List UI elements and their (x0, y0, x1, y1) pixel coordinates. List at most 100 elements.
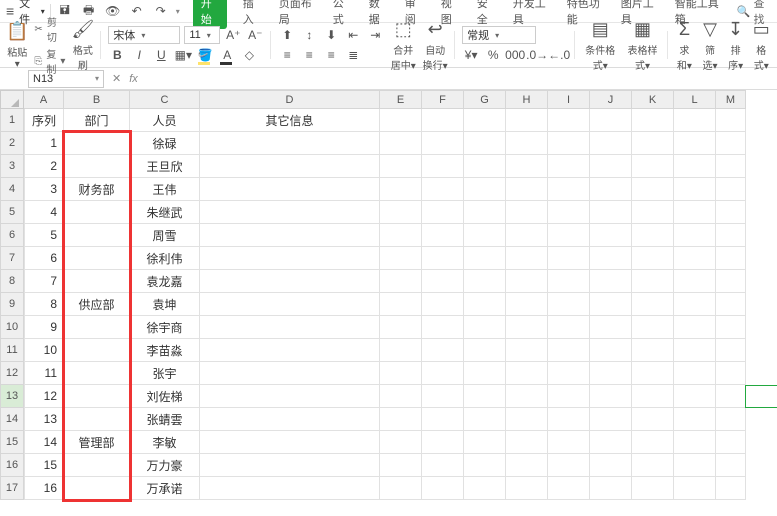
cell[interactable] (200, 155, 380, 178)
filter-icon[interactable]: ▽ (703, 19, 717, 40)
col-header-B[interactable]: B (64, 90, 130, 109)
cell[interactable]: 15 (24, 454, 64, 477)
cell[interactable] (422, 109, 464, 132)
cell[interactable] (64, 224, 130, 247)
cell[interactable] (548, 408, 590, 431)
cell[interactable]: 16 (24, 477, 64, 500)
increase-decimal-icon[interactable]: .0→ (528, 46, 546, 64)
cell[interactable] (200, 201, 380, 224)
format-icon[interactable]: ▭ (753, 19, 770, 40)
cell[interactable] (200, 132, 380, 155)
cell[interactable]: 万力豪 (130, 454, 200, 477)
cell[interactable] (674, 408, 716, 431)
cell[interactable]: 13 (24, 408, 64, 431)
cell[interactable] (380, 431, 422, 454)
cell[interactable] (464, 132, 506, 155)
cell[interactable]: 张蜻雲 (130, 408, 200, 431)
cell[interactable] (422, 247, 464, 270)
cell[interactable] (674, 316, 716, 339)
row-header[interactable]: 13 (0, 385, 24, 408)
cell[interactable] (716, 178, 746, 201)
row-header[interactable]: 15 (0, 431, 24, 454)
align-middle-icon[interactable]: ↕ (300, 26, 318, 44)
cell[interactable] (716, 362, 746, 385)
cell[interactable] (506, 155, 548, 178)
col-header-I[interactable]: I (548, 90, 590, 109)
cell[interactable] (380, 477, 422, 500)
cell[interactable]: 2 (24, 155, 64, 178)
cell[interactable] (632, 454, 674, 477)
cell[interactable] (506, 109, 548, 132)
cell[interactable]: 管理部 (64, 431, 130, 454)
cell[interactable] (506, 362, 548, 385)
cell[interactable] (590, 316, 632, 339)
currency-icon[interactable]: ¥▾ (462, 46, 480, 64)
font-name-combo[interactable]: 宋体▾ (108, 26, 180, 44)
cell[interactable] (716, 247, 746, 270)
row-header[interactable]: 1 (0, 109, 24, 132)
row-header[interactable]: 4 (0, 178, 24, 201)
cell[interactable] (64, 362, 130, 385)
decrease-decimal-icon[interactable]: ←.0 (550, 46, 568, 64)
cell[interactable] (506, 132, 548, 155)
cell[interactable] (422, 201, 464, 224)
cell[interactable] (548, 109, 590, 132)
row-header[interactable]: 6 (0, 224, 24, 247)
cell[interactable]: 14 (24, 431, 64, 454)
cell[interactable] (200, 316, 380, 339)
comma-icon[interactable]: 000 (506, 46, 524, 64)
cell[interactable] (200, 224, 380, 247)
cell[interactable]: 序列 (24, 109, 64, 132)
cell[interactable]: 9 (24, 316, 64, 339)
cell[interactable] (464, 178, 506, 201)
cell[interactable]: 10 (24, 339, 64, 362)
cell[interactable] (590, 293, 632, 316)
cell[interactable] (422, 316, 464, 339)
cell[interactable] (200, 477, 380, 500)
cell[interactable] (464, 362, 506, 385)
align-center-icon[interactable]: ≡ (300, 46, 318, 64)
cell[interactable] (674, 109, 716, 132)
cell[interactable] (548, 362, 590, 385)
merge-cells-icon[interactable]: ⬚ (395, 19, 412, 40)
cell[interactable] (548, 477, 590, 500)
cell[interactable] (590, 155, 632, 178)
cell[interactable] (674, 178, 716, 201)
format-painter-icon[interactable]: 🖌 (71, 19, 94, 40)
fx-icon[interactable]: fx (129, 73, 138, 85)
qat-more-icon[interactable]: ▾ (176, 7, 180, 16)
cell[interactable] (200, 339, 380, 362)
cell[interactable] (674, 224, 716, 247)
align-bottom-icon[interactable]: ⬇ (322, 26, 340, 44)
cell[interactable] (464, 155, 506, 178)
cell[interactable]: 袁龙嘉 (130, 270, 200, 293)
cell[interactable] (464, 247, 506, 270)
cell[interactable]: 其它信息 (200, 109, 380, 132)
cell[interactable] (380, 293, 422, 316)
cell[interactable] (200, 178, 380, 201)
row-header[interactable]: 11 (0, 339, 24, 362)
cell[interactable] (674, 454, 716, 477)
cell[interactable] (716, 293, 746, 316)
cell[interactable] (716, 316, 746, 339)
cell[interactable] (422, 132, 464, 155)
cell[interactable] (200, 431, 380, 454)
cell[interactable]: 李敏 (130, 431, 200, 454)
select-all-corner[interactable] (0, 90, 24, 109)
undo-icon[interactable]: ↶ (128, 2, 146, 20)
cell[interactable] (380, 155, 422, 178)
col-header-F[interactable]: F (422, 90, 464, 109)
cell[interactable] (64, 339, 130, 362)
conditional-format-icon[interactable]: ▤ (592, 19, 609, 40)
cell[interactable] (506, 339, 548, 362)
cell[interactable] (716, 270, 746, 293)
cell[interactable] (380, 178, 422, 201)
cell[interactable]: 刘佐梯 (130, 385, 200, 408)
cell[interactable] (674, 155, 716, 178)
cell[interactable] (590, 178, 632, 201)
cell[interactable] (422, 477, 464, 500)
cell[interactable] (548, 247, 590, 270)
preview-icon[interactable]: 👁 (104, 2, 122, 20)
cell[interactable] (632, 270, 674, 293)
cell[interactable] (674, 270, 716, 293)
